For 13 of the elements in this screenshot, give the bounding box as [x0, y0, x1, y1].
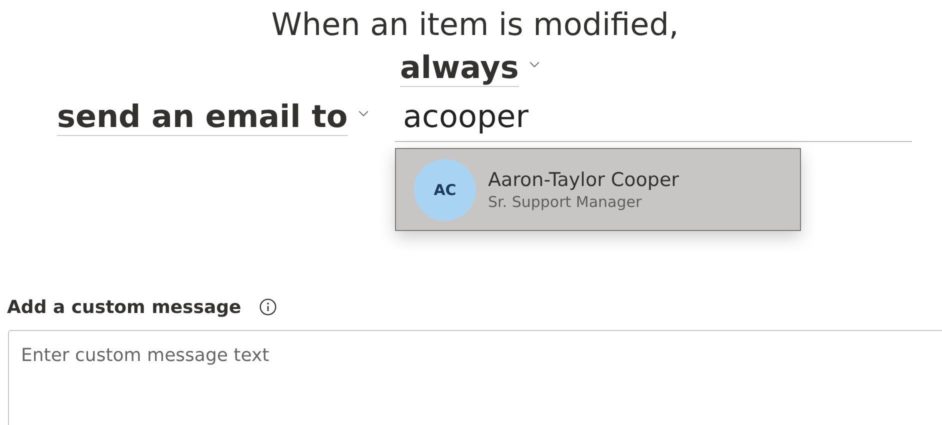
message-field[interactable]: Enter custom message text — [8, 330, 942, 425]
frequency-dropdown[interactable]: always — [400, 50, 519, 86]
info-icon[interactable] — [259, 298, 278, 316]
chevron-down-icon — [528, 60, 540, 68]
recipient-input[interactable]: acooper — [395, 92, 912, 142]
person-name: Aaron-Taylor Cooper — [488, 168, 679, 190]
message-label: Add a custom message — [7, 296, 242, 318]
chevron-down-icon — [358, 110, 369, 116]
action-dropdown[interactable]: send an email to — [57, 98, 348, 136]
avatar: AC — [414, 158, 476, 220]
suggestion-item[interactable]: AC Aaron-Taylor Cooper Sr. Support Manager — [396, 158, 679, 220]
person-title: Sr. Support Manager — [488, 192, 643, 210]
heading: When an item is modified, — [270, 6, 680, 44]
